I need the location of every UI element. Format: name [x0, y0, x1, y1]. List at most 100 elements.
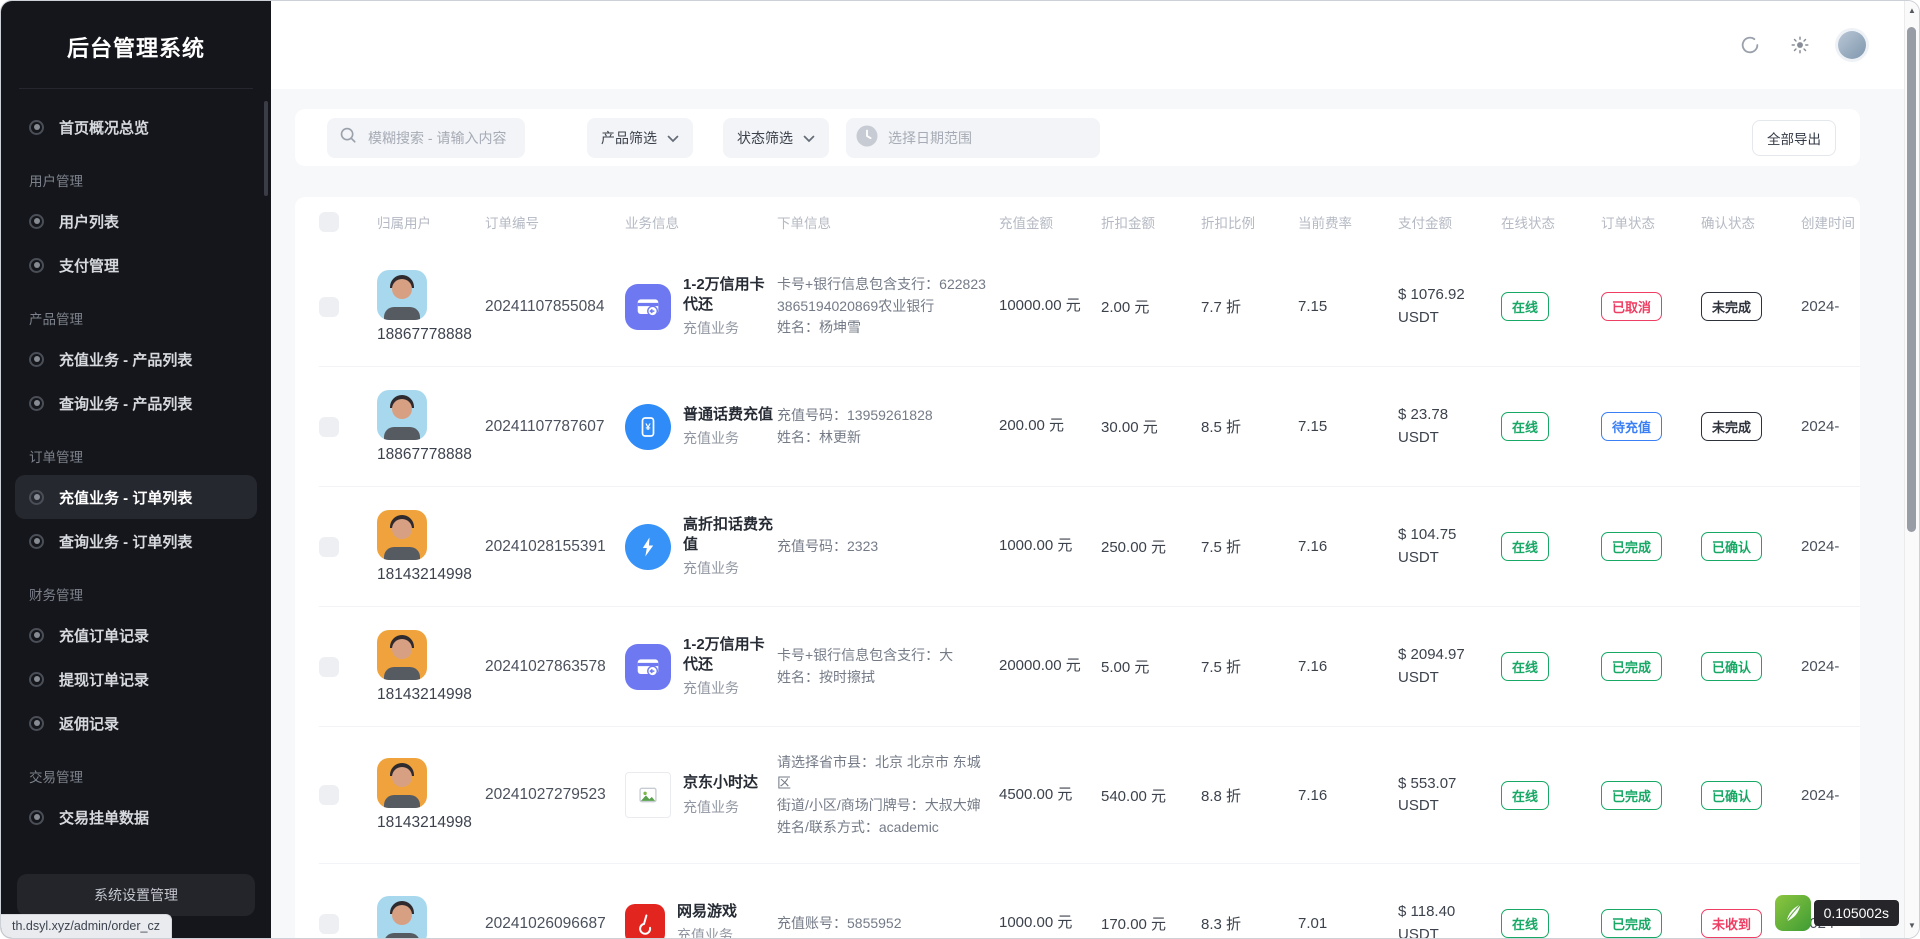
- cell-recharge-amount: 1000.00 元: [999, 912, 1101, 935]
- row-checkbox[interactable]: [319, 537, 339, 557]
- cell-discount-amount: 250.00 元: [1101, 536, 1201, 557]
- cell-recharge-amount: 200.00 元: [999, 415, 1101, 438]
- theme-sun-icon[interactable]: [1788, 33, 1812, 57]
- column-header: 创建时间: [1801, 212, 1860, 232]
- product-filter-select[interactable]: 产品筛选: [587, 118, 693, 158]
- status-badge: 已确认: [1701, 532, 1762, 561]
- business-labels: 网易游戏充值业务: [677, 902, 737, 939]
- recharge-amount-value: 1000.00 元: [999, 535, 1072, 558]
- sidebar-group-label: 订单管理: [15, 425, 257, 475]
- menu-bullet-icon: [29, 534, 44, 549]
- phone-yen-icon: ¥: [625, 404, 671, 450]
- business-category: 充值业务: [683, 797, 758, 817]
- column-header: 归属用户: [377, 212, 485, 232]
- sidebar-item-link[interactable]: 首页概况总览: [15, 105, 257, 149]
- clock-icon: [856, 125, 878, 150]
- search-box[interactable]: [327, 118, 525, 158]
- menu-bullet-icon: [29, 396, 44, 411]
- cell-user: [377, 896, 485, 939]
- menu-bullet-icon: [29, 628, 44, 643]
- sidebar-item-label: 查询业务 - 订单列表: [59, 531, 192, 552]
- menu-bullet-icon: [29, 214, 44, 229]
- column-header: 在线状态: [1501, 212, 1601, 232]
- cell-discount-amount: 2.00 元: [1101, 296, 1201, 317]
- browser-window: 后台管理系统 首页概况总览用户管理用户列表支付管理产品管理充值业务 - 产品列表…: [0, 0, 1920, 939]
- row-checkbox[interactable]: [319, 657, 339, 677]
- row-checkbox[interactable]: [319, 785, 339, 805]
- sidebar-item-link[interactable]: 查询业务 - 产品列表: [15, 381, 257, 425]
- user-phone: 18143214998: [377, 686, 472, 704]
- sidebar-item-active[interactable]: 充值业务 - 订单列表: [15, 475, 257, 519]
- sidebar-scrollbar[interactable]: [264, 101, 268, 196]
- status-filter-select[interactable]: 状态筛选: [723, 118, 829, 158]
- cell-pay-amount: $ 1076.92USDT: [1398, 284, 1501, 329]
- main-area: 产品筛选 状态筛选 选择日期范围 全部导出: [271, 1, 1904, 938]
- cell-order-info: 充值号码：13959261828姓名：林更新: [777, 405, 999, 448]
- select-all-checkbox[interactable]: [319, 212, 339, 232]
- page-scrollbar[interactable]: ▲ ▼: [1904, 1, 1919, 938]
- system-settings-button[interactable]: 系统设置管理: [17, 874, 255, 916]
- order-info-line: 请选择省市县：北京 北京市 东城区: [777, 752, 987, 795]
- sidebar-item-link[interactable]: 充值订单记录: [15, 613, 257, 657]
- row-checkbox[interactable]: [319, 914, 339, 934]
- business-labels: 京东小时达充值业务: [683, 773, 758, 816]
- sidebar-group-label: 用户管理: [15, 149, 257, 199]
- column-header: 下单信息: [777, 212, 999, 232]
- export-all-button[interactable]: 全部导出: [1752, 120, 1836, 156]
- user-phone: 18143214998: [377, 566, 472, 584]
- sidebar-item-link[interactable]: 支付管理: [15, 243, 257, 287]
- order-info-line: 姓名：按时擦拭: [777, 667, 987, 689]
- sidebar-item-link[interactable]: 充值业务 - 产品列表: [15, 337, 257, 381]
- column-header: 充值金额: [999, 212, 1101, 232]
- business-labels: 普通话费充值充值业务: [683, 405, 773, 448]
- cell-checkbox: [319, 537, 377, 557]
- user-avatar-photo: [377, 758, 427, 808]
- leaf-extension-icon[interactable]: [1775, 895, 1811, 931]
- table-header-row: 归属用户订单编号业务信息下单信息充值金额折扣金额折扣比例当前费率支付金额在线状态…: [319, 197, 1860, 247]
- user-phone: 18867778888: [377, 326, 472, 344]
- search-input[interactable]: [366, 129, 513, 147]
- sidebar-item-link[interactable]: 返佣记录: [15, 701, 257, 745]
- user-phone: 18867778888: [377, 446, 472, 464]
- user-avatar[interactable]: [1838, 31, 1866, 59]
- cell-pay-amount: $ 2094.97USDT: [1398, 644, 1501, 689]
- sidebar-item-link[interactable]: 用户列表: [15, 199, 257, 243]
- cell-online-status: 在线: [1501, 652, 1601, 681]
- row-checkbox[interactable]: [319, 417, 339, 437]
- scrollbar-thumb[interactable]: [1907, 27, 1916, 532]
- status-filter-label: 状态筛选: [737, 128, 793, 148]
- sidebar-item-link[interactable]: 查询业务 - 订单列表: [15, 519, 257, 563]
- cell-created-time: 2024-: [1801, 418, 1860, 435]
- topbar: [271, 1, 1904, 89]
- cell-recharge-amount: 1000.00 元: [999, 535, 1101, 558]
- refresh-icon[interactable]: [1738, 33, 1762, 57]
- cell-order-info: 请选择省市县：北京 北京市 东城区街道/小区/商场门牌号：大叔大婶姓名/联系方式…: [777, 752, 999, 839]
- pay-currency: USDT: [1398, 795, 1501, 818]
- column-header: 折扣比例: [1201, 212, 1298, 232]
- cell-online-status: 在线: [1501, 781, 1601, 810]
- user-phone: 18143214998: [377, 814, 472, 832]
- table-row: 18143214998202410278635781-2万信用卡代还充值业务卡号…: [319, 606, 1860, 726]
- scroll-down-arrow[interactable]: ▼: [1908, 921, 1916, 930]
- order-info-line: 姓名：杨坤雪: [777, 317, 987, 339]
- svg-text:¥: ¥: [645, 422, 651, 433]
- cell-confirm-status: 已确认: [1701, 652, 1801, 681]
- date-range-placeholder: 选择日期范围: [888, 128, 972, 148]
- cell-created-time: 2024-: [1801, 787, 1860, 804]
- table-row: 20241026096687网易游戏充值业务充值账号：58559521000.0…: [319, 863, 1860, 939]
- order-info-line: 卡号+银行信息包含支行：大: [777, 645, 987, 667]
- date-range-picker[interactable]: 选择日期范围: [846, 118, 1100, 158]
- cell-confirm-status: 已确认: [1701, 532, 1801, 561]
- status-badge: 在线: [1501, 909, 1549, 938]
- row-checkbox[interactable]: [319, 297, 339, 317]
- scroll-up-arrow[interactable]: ▲: [1908, 6, 1916, 15]
- app-title: 后台管理系统: [1, 1, 271, 63]
- load-time-widget: 0.105002s: [1775, 895, 1899, 931]
- sidebar-item-link[interactable]: 交易挂单数据: [15, 795, 257, 839]
- cell-user: 18143214998: [377, 758, 485, 832]
- order-info-line: 充值账号：5855952: [777, 913, 987, 935]
- sidebar-item-link[interactable]: 提现订单记录: [15, 657, 257, 701]
- sidebar-item-label: 首页概况总览: [59, 117, 149, 138]
- cell-order-status: 已完成: [1601, 652, 1701, 681]
- credit-card-icon: [625, 644, 671, 690]
